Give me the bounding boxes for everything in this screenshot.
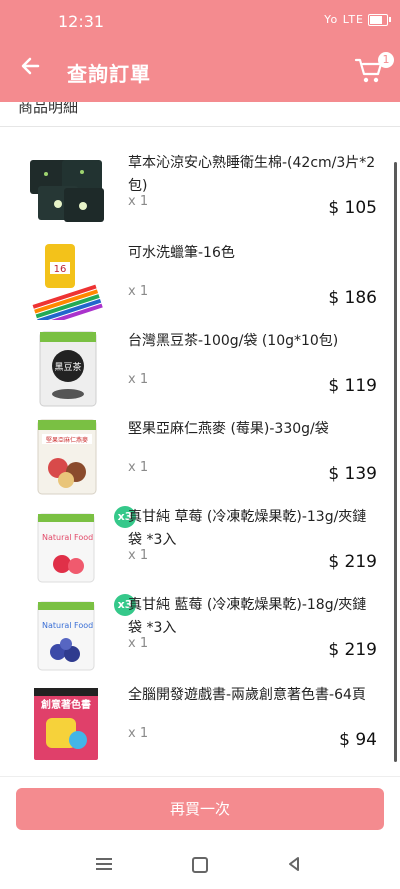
product-row[interactable]: 堅果亞麻仁燕麥 堅果亞麻仁燕麥 (莓果)-330g/袋 x 1 $ 139 [0, 412, 400, 500]
svg-text:Natural Food: Natural Food [42, 533, 93, 542]
product-image: 創意著色書 [28, 684, 106, 762]
product-price: $ 94 [339, 730, 377, 750]
bottom-action-bar: 再買一次 [0, 776, 400, 841]
order-detail-list[interactable]: 商品明細 草本沁涼安心熟睡衛生棉-(42cm/3片*2包) x 1 $ 105 … [0, 102, 400, 776]
rebuy-button[interactable]: 再買一次 [16, 788, 384, 830]
product-name: 堅果亞麻仁燕麥 (莓果)-330g/袋 [128, 421, 329, 437]
arrow-left-icon [21, 57, 40, 75]
svg-text:Natural Food: Natural Food [42, 621, 93, 630]
svg-text:創意著色書: 創意著色書 [40, 698, 91, 711]
product-image: 16 [28, 242, 106, 328]
product-image: 堅果亞麻仁燕麥 [28, 418, 106, 496]
product-quantity: x 1 [128, 460, 149, 475]
svg-text:黑豆茶: 黑豆茶 [54, 361, 81, 373]
product-row[interactable]: 黑豆茶 台灣黑豆茶-100g/袋 (10g*10包) x 1 $ 119 [0, 324, 400, 412]
product-image: Natural Food x3 [28, 594, 136, 672]
status-time: 12:31 [58, 12, 105, 31]
product-image: Natural Food x3 [28, 506, 136, 584]
system-nav-bar [0, 840, 400, 889]
product-price: $ 105 [328, 198, 377, 218]
product-row[interactable]: 16 可水洗蠟筆-16色 x 1 $ 186 [0, 236, 400, 328]
product-name: 台灣黑豆茶-100g/袋 (10g*10包) [128, 333, 339, 349]
product-price: $ 186 [328, 288, 377, 308]
menu-icon[interactable] [96, 858, 112, 870]
cart-count-badge: 1 [378, 52, 394, 68]
product-name: 全腦開發遊戲書-兩歲創意著色書-64頁 [128, 687, 366, 703]
scrollbar[interactable] [394, 162, 397, 762]
product-price: $ 119 [328, 376, 377, 396]
product-row[interactable]: 創意著色書 全腦開發遊戲書-兩歲創意著色書-64頁 x 1 $ 94 [0, 678, 400, 766]
product-price: $ 139 [328, 464, 377, 484]
product-quantity: x 1 [128, 636, 149, 651]
product-price: $ 219 [328, 552, 377, 572]
product-name: 真甘純 藍莓 (冷凍乾燥果乾)-18g/夾鏈袋 *3入 [128, 597, 367, 636]
product-row[interactable]: 草本沁涼安心熟睡衛生棉-(42cm/3片*2包) x 1 $ 105 [0, 146, 400, 234]
page-title: 查詢訂單 [67, 62, 151, 86]
product-quantity: x 1 [128, 194, 149, 209]
app-bar: 查詢訂單 1 [0, 40, 400, 102]
section-title: 商品明細 [18, 102, 79, 116]
product-name: 真甘純 草莓 (冷凍乾燥果乾)-13g/夾鏈袋 *3入 [128, 509, 367, 548]
battery-icon [368, 14, 391, 26]
triangle-back-icon[interactable] [286, 856, 302, 876]
svg-text:堅果亞麻仁燕麥: 堅果亞麻仁燕麥 [46, 436, 88, 444]
product-quantity: x 1 [128, 372, 149, 387]
status-bar: 12:31 Yo LTE [0, 0, 400, 40]
product-quantity: x 1 [128, 548, 149, 563]
product-image: 黑豆茶 [28, 330, 106, 408]
product-image [28, 152, 106, 230]
product-name: 可水洗蠟筆-16色 [128, 245, 235, 261]
product-quantity: x 1 [128, 284, 149, 299]
back-arrow-icon[interactable] [18, 54, 42, 84]
signal-text: Yo LTE [324, 13, 364, 26]
product-row[interactable]: Natural Food x3 真甘純 藍莓 (冷凍乾燥果乾)-18g/夾鏈袋 … [0, 588, 400, 676]
product-price: $ 219 [328, 640, 377, 660]
product-quantity: x 1 [128, 726, 149, 741]
product-row[interactable]: Natural Food x3 真甘純 草莓 (冷凍乾燥果乾)-13g/夾鏈袋 … [0, 500, 400, 588]
home-icon[interactable] [192, 857, 208, 873]
divider [0, 126, 400, 127]
product-name: 草本沁涼安心熟睡衛生棉-(42cm/3片*2包) [128, 155, 376, 194]
svg-text:16: 16 [54, 264, 67, 275]
